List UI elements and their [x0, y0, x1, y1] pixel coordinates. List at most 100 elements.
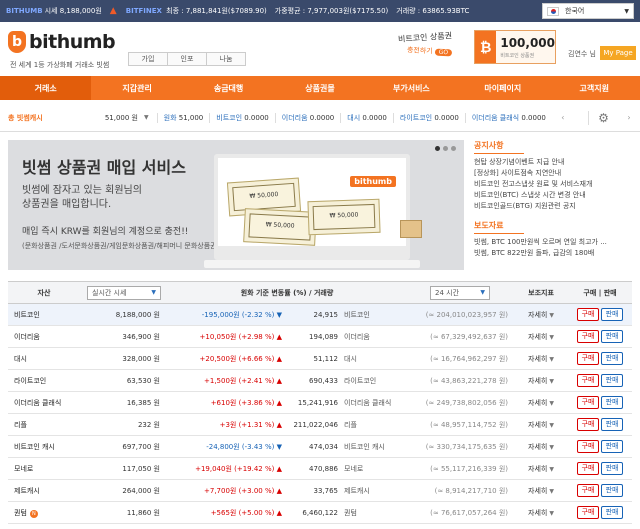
chevron-down-icon[interactable]: ▼ — [144, 114, 149, 121]
banner-dot[interactable] — [451, 146, 456, 151]
press-title[interactable]: 보도자료 — [474, 220, 524, 234]
detail-link[interactable]: 자세히 ▼ — [514, 502, 568, 524]
voucher-amount: 100,000 — [500, 35, 555, 50]
language-select[interactable]: 한국어 ▼ — [542, 3, 634, 19]
asset-name[interactable]: 이더리움 클래식 — [8, 392, 80, 414]
chevron-down-icon: ▼ — [549, 465, 554, 473]
quick-link-signup[interactable]: 가입 — [128, 52, 168, 66]
buy-button[interactable]: 구매 — [577, 352, 600, 365]
table-row[interactable]: 비트코인 캐시 697,700 원 -24,800원 (-3.43 %) ▼ 474,… — [8, 436, 633, 458]
detail-link[interactable]: 자세히 ▼ — [514, 304, 568, 326]
nav-support[interactable]: 고객지원 — [549, 76, 640, 100]
table-row[interactable]: 제트캐시 264,000 원 +7,700원 (+3.00 %) ▲ 33,765 제트… — [8, 480, 633, 502]
asset-name[interactable]: 퀀텀 N — [8, 502, 80, 524]
asset-name[interactable]: 이더리움 — [8, 326, 80, 348]
asset-krw-volume: (≈ 249,738,802,056 원) — [425, 398, 509, 407]
main-nav: 거래소 지갑관리 송금대행 상품권몰 부가서비스 마이페이지 고객지원 — [0, 76, 640, 100]
banner-dot[interactable] — [443, 146, 448, 151]
buy-button[interactable]: 구매 — [577, 462, 600, 475]
press-item[interactable]: 빗썸, BTC 100만원씩 오르며 연일 최고가 ... — [474, 237, 634, 248]
sell-button[interactable]: 판매 — [601, 330, 624, 343]
ticker-bitfinex-avg: 가중평균 : 7,977,003원($7175.50) — [274, 7, 389, 15]
asset-name[interactable]: 라이트코인 — [8, 370, 80, 392]
nav-remittance[interactable]: 송금대행 — [183, 76, 274, 100]
detail-link[interactable]: 자세히 ▼ — [514, 414, 568, 436]
voucher-image[interactable]: ₿ 100,000 비트코인 상품권 — [474, 30, 556, 64]
nav-my-page[interactable]: 마이페이지 — [457, 76, 548, 100]
sell-button[interactable]: 판매 — [601, 506, 624, 519]
gift-card-promo[interactable]: 비트코인 상품권 충전하기 GO — [398, 31, 453, 57]
buy-button[interactable]: 구매 — [577, 396, 600, 409]
table-row[interactable]: 이더리움 346,900 원 +10,050원 (+2.98 %) ▲ 194,089… — [8, 326, 633, 348]
asset-name[interactable]: 비트코인 — [8, 304, 80, 326]
nav-exchange[interactable]: 거래소 — [0, 76, 92, 100]
chevron-left-icon[interactable]: ‹ — [552, 113, 574, 122]
asset-name[interactable]: 비트코인 캐시 — [8, 436, 80, 458]
asset-name[interactable]: 리플 — [8, 414, 80, 436]
my-page-button[interactable]: My Page — [600, 46, 636, 60]
detail-link[interactable]: 자세히 ▼ — [514, 348, 568, 370]
notice-title[interactable]: 공지사항 — [474, 140, 524, 154]
detail-link[interactable]: 자세히 ▼ — [514, 480, 568, 502]
table-row[interactable]: 이더리움 클래식 16,385 원 +610원 (+3.86 %) ▲ 15,241,… — [8, 392, 633, 414]
notice-item[interactable]: [정상화] 사이트점속 지연안내 — [474, 168, 634, 179]
asset-name[interactable]: 대시 — [8, 348, 80, 370]
detail-link[interactable]: 자세히 ▼ — [514, 326, 568, 348]
buy-button[interactable]: 구매 — [577, 308, 600, 321]
notice-item[interactable]: 비트코인(BTC) 스냅샷 시간 변경 안내 — [474, 190, 634, 201]
promo-banner[interactable]: 빗썸 상품권 매입 서비스 빗썸에 잠자고 있는 회원님의 상품권을 매입합니다… — [8, 140, 464, 270]
table-row[interactable]: 모네로 117,050 원 +19,040원 (+19.42 %) ▲ 470,886… — [8, 458, 633, 480]
asset-change: +19,040원 (+19.42 %) ▲ — [195, 464, 282, 473]
buy-button[interactable]: 구매 — [577, 330, 600, 343]
site-logo[interactable]: b bithumb — [8, 31, 116, 53]
nav-extra-services[interactable]: 부가서비스 — [366, 76, 457, 100]
buy-button[interactable]: 구매 — [577, 418, 600, 431]
ticker-bitfinex-volume: 거래량 : 63865.93BTC — [396, 7, 470, 15]
table-row[interactable]: 대시 328,000 원 +20,500원 (+6.66 %) ▲ 51,112 대시 (… — [8, 348, 633, 370]
table-row[interactable]: 라이트코인 63,530 원 +1,500원 (+2.41 %) ▲ 690,433 라… — [8, 370, 633, 392]
detail-link[interactable]: 자세히 ▼ — [514, 392, 568, 414]
buy-button[interactable]: 구매 — [577, 484, 600, 497]
sell-button[interactable]: 판매 — [601, 308, 624, 321]
price-mode-select[interactable]: 실시간 시세 ▼ — [87, 285, 161, 300]
asset-name[interactable]: 모네로 — [8, 458, 80, 480]
notice-item[interactable]: 비트코인골드(BTG) 지원관련 공지 — [474, 201, 634, 212]
buy-button[interactable]: 구매 — [577, 374, 600, 387]
sell-button[interactable]: 판매 — [601, 484, 624, 497]
nav-gift-mall[interactable]: 상품권몰 — [274, 76, 365, 100]
table-row[interactable]: 리플 232 원 +3원 (+1.31 %) ▲ 211,022,046 리플 (≈ 48… — [8, 414, 633, 436]
arrow-down-icon: ▼ — [276, 310, 282, 319]
notice-item[interactable]: 비트코인 전고스냅샷 원료 및 서비스재개 — [474, 179, 634, 190]
sell-button[interactable]: 판매 — [601, 374, 624, 387]
detail-link[interactable]: 자세히 ▼ — [514, 458, 568, 480]
detail-link[interactable]: 자세히 ▼ — [514, 370, 568, 392]
gift-go-button[interactable]: GO — [434, 48, 453, 57]
press-item[interactable]: 빗썸, BTC 822만원 돌파, 급감의 180배 — [474, 248, 634, 259]
nav-wallet[interactable]: 지갑관리 — [91, 76, 182, 100]
sell-button[interactable]: 판매 — [601, 352, 624, 365]
table-row[interactable]: 퀀텀 N 11,860 원 +565원 (+5.00 %) ▲ 6,460,122 퀀텀 (… — [8, 502, 633, 524]
quick-link-share[interactable]: 나눔 — [206, 52, 246, 66]
col-change: 원화 기준 변동률 (%) / 거래량 — [240, 288, 334, 297]
quick-links: 가입 인포 나눔 — [128, 52, 246, 66]
sell-button[interactable]: 판매 — [601, 396, 624, 409]
buy-button[interactable]: 구매 — [577, 440, 600, 453]
sell-button[interactable]: 판매 — [601, 418, 624, 431]
table-header: 자산 실시간 시세 ▼ 원화 기준 변동률 (%) / 거래량 24 시간 ▼ 보조… — [8, 281, 633, 304]
table-row[interactable]: 비트코인 8,188,000 원 -195,000원 (-2.32 %) ▼ 24,9… — [8, 303, 633, 326]
quick-link-info[interactable]: 인포 — [167, 52, 207, 66]
banner-dot[interactable] — [435, 146, 440, 151]
detail-link[interactable]: 자세히 ▼ — [514, 436, 568, 458]
sell-button[interactable]: 판매 — [601, 462, 624, 475]
buy-button[interactable]: 구매 — [577, 506, 600, 519]
asset-change: +10,050원 (+2.98 %) ▲ — [199, 332, 282, 341]
period-select[interactable]: 24 시간 ▼ — [430, 285, 491, 300]
gear-icon[interactable]: ⚙ — [588, 110, 618, 125]
asset-name[interactable]: 제트캐시 — [8, 480, 80, 502]
chevron-right-icon[interactable]: › — [618, 113, 640, 122]
banner-pagination[interactable] — [432, 146, 456, 151]
asset-volume: 470,886 — [309, 464, 338, 473]
asset-change: -195,000원 (-2.32 %) ▼ — [201, 310, 282, 319]
notice-item[interactable]: 현탑 상장기념이벤트 지급 안내 — [474, 157, 634, 168]
sell-button[interactable]: 판매 — [601, 440, 624, 453]
